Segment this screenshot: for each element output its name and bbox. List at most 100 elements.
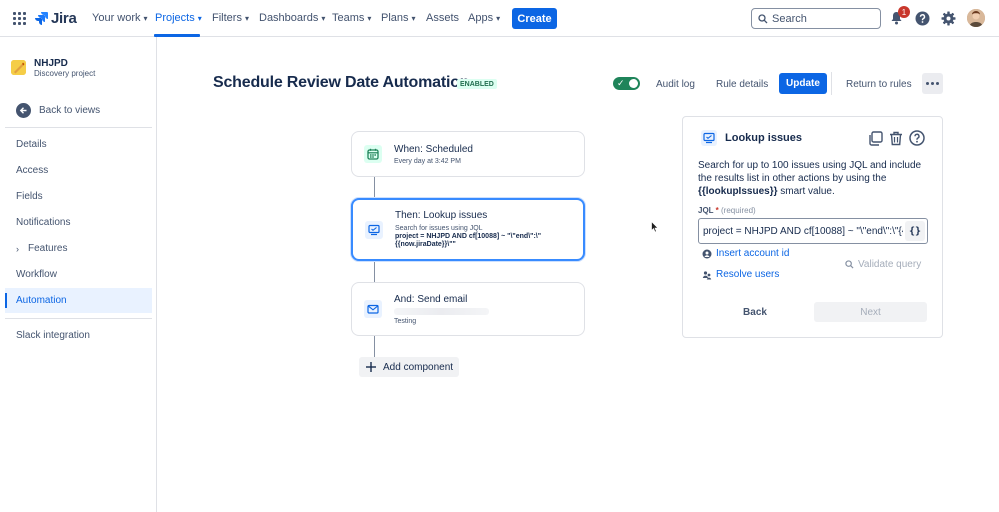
- update-button[interactable]: Update: [779, 73, 827, 94]
- jql-input[interactable]: [703, 224, 903, 239]
- resolve-users-link[interactable]: Resolve users: [702, 269, 779, 280]
- status-badge: ENABLED: [457, 79, 497, 89]
- validate-query-label: Validate query: [858, 259, 922, 270]
- plus-icon: [366, 362, 376, 372]
- next-button[interactable]: Next: [814, 302, 927, 322]
- mouse-cursor-icon: [651, 221, 659, 233]
- back-to-views-link[interactable]: Back to views: [16, 103, 100, 118]
- nav-label: Apps: [468, 12, 494, 24]
- email-title: And: Send email: [394, 294, 468, 305]
- people-icon: [702, 270, 712, 279]
- insert-account-id-link[interactable]: Insert account id: [702, 248, 789, 259]
- search-input[interactable]: [772, 12, 872, 25]
- lookup-jql-preview: project = NHJPD AND cf[10088] ~ "\"end\"…: [395, 233, 542, 248]
- help-icon[interactable]: [914, 10, 930, 26]
- copy-icon[interactable]: [866, 129, 884, 147]
- rule-details-button[interactable]: Rule details: [716, 74, 768, 94]
- nav-dashboards[interactable]: Dashboards ▾: [259, 11, 325, 25]
- toggle-knob: [629, 79, 638, 88]
- resolve-users-label: Resolve users: [716, 269, 780, 280]
- back-to-views-label: Back to views: [39, 105, 101, 116]
- jql-field[interactable]: {}: [698, 218, 928, 244]
- nav-label: Dashboards: [259, 12, 319, 24]
- email-icon: [364, 300, 382, 318]
- nav-your-work[interactable]: Your work ▾: [92, 11, 148, 25]
- header-divider: [831, 72, 832, 95]
- sidebar-divider: [5, 318, 152, 319]
- nav-assets[interactable]: Assets: [426, 11, 459, 25]
- validate-query-button[interactable]: Validate query: [845, 259, 921, 270]
- nav-projects[interactable]: Projects ▾: [155, 11, 202, 25]
- chevron-down-icon: ▾: [143, 13, 148, 23]
- top-navigation: Jira Your work ▾ Projects ▾ Filters ▾ Dashb…: [0, 0, 999, 37]
- jql-field-label: JQL * (required): [698, 206, 756, 215]
- required-hint: (required): [721, 206, 756, 215]
- more-actions-icon[interactable]: [922, 73, 943, 94]
- nav-filters[interactable]: Filters ▾: [212, 11, 249, 25]
- action-card-lookup-issues[interactable]: Then: Lookup issues Search for issues us…: [351, 198, 585, 261]
- sidebar-item-workflow[interactable]: Workflow: [5, 262, 152, 287]
- lookup-issues-icon: [701, 130, 717, 146]
- flow-connector: [374, 336, 375, 357]
- search-box[interactable]: [751, 8, 881, 29]
- jira-logo[interactable]: Jira: [34, 9, 77, 27]
- chevron-down-icon: ▾: [411, 13, 416, 23]
- return-to-rules-button[interactable]: Return to rules: [846, 74, 912, 94]
- app-switcher-icon[interactable]: [13, 12, 26, 25]
- chevron-down-icon: ▾: [197, 13, 202, 23]
- sidebar-item-fields[interactable]: Fields: [5, 184, 152, 209]
- nav-label: Projects: [155, 12, 195, 24]
- lookup-issues-config-panel: Lookup issues Search for up to 100 issue…: [682, 116, 943, 338]
- user-avatar[interactable]: [967, 9, 985, 27]
- panel-description: Search for up to 100 issues using JQL an…: [698, 159, 930, 198]
- trigger-card-scheduled[interactable]: When: Scheduled Every day at 3:42 PM: [351, 131, 585, 177]
- description-text: Search for up to 100 issues using JQL an…: [698, 160, 922, 184]
- nav-plans[interactable]: Plans ▾: [381, 11, 416, 25]
- description-text-end: smart value.: [777, 186, 835, 197]
- project-avatar-icon: [11, 60, 26, 75]
- create-button[interactable]: Create: [512, 8, 557, 29]
- chevron-down-icon: ▾: [321, 13, 326, 23]
- panel-title: Lookup issues: [725, 132, 803, 144]
- sidebar-item-label: Automation: [16, 295, 67, 306]
- back-button[interactable]: Back: [726, 302, 784, 322]
- sidebar-item-label: Fields: [16, 191, 43, 202]
- sidebar-item-access[interactable]: Access: [5, 158, 152, 183]
- trash-icon[interactable]: [887, 129, 905, 147]
- sidebar-item-notifications[interactable]: Notifications: [5, 210, 152, 235]
- audit-log-button[interactable]: Audit log: [656, 74, 695, 94]
- check-icon: ✓: [617, 78, 625, 88]
- active-nav-indicator: [154, 34, 200, 37]
- add-component-button[interactable]: Add component: [359, 357, 459, 377]
- notification-count-badge: 1: [898, 6, 910, 18]
- sidebar-item-details[interactable]: Details: [5, 132, 152, 157]
- nav-teams[interactable]: Teams ▾: [332, 11, 371, 25]
- smart-value-braces-button[interactable]: {}: [905, 221, 925, 241]
- nav-label: Plans: [381, 12, 409, 24]
- search-icon: [758, 13, 768, 23]
- rule-enabled-toggle[interactable]: ✓: [613, 77, 640, 90]
- settings-gear-icon[interactable]: [940, 10, 956, 26]
- chevron-right-icon[interactable]: ›: [16, 244, 19, 254]
- action-card-send-email[interactable]: And: Send email Testing: [351, 282, 585, 336]
- sidebar-item-label: Slack integration: [16, 330, 90, 341]
- calendar-icon: [364, 145, 382, 163]
- lookup-title: Then: Lookup issues: [395, 210, 488, 221]
- sidebar-item-features[interactable]: › Features: [5, 236, 152, 261]
- trigger-subtitle: Every day at 3:42 PM: [394, 158, 461, 165]
- nav-label: Your work: [92, 12, 141, 24]
- nav-label: Teams: [332, 12, 365, 24]
- required-asterisk: *: [715, 206, 719, 215]
- insert-account-id-label: Insert account id: [716, 248, 790, 259]
- chevron-down-icon: ▾: [244, 13, 249, 23]
- help-circle-icon[interactable]: [908, 129, 926, 147]
- user-circle-icon: [702, 249, 712, 258]
- sidebar-item-slack-integration[interactable]: Slack integration: [5, 323, 152, 348]
- chevron-down-icon: ▾: [367, 13, 372, 23]
- search-icon: [845, 260, 854, 269]
- sidebar-item-label: Features: [28, 243, 68, 254]
- nav-apps[interactable]: Apps ▾: [468, 11, 500, 25]
- flow-connector: [374, 261, 375, 282]
- jira-logo-icon: [35, 12, 48, 25]
- sidebar-item-automation[interactable]: Automation: [5, 288, 152, 313]
